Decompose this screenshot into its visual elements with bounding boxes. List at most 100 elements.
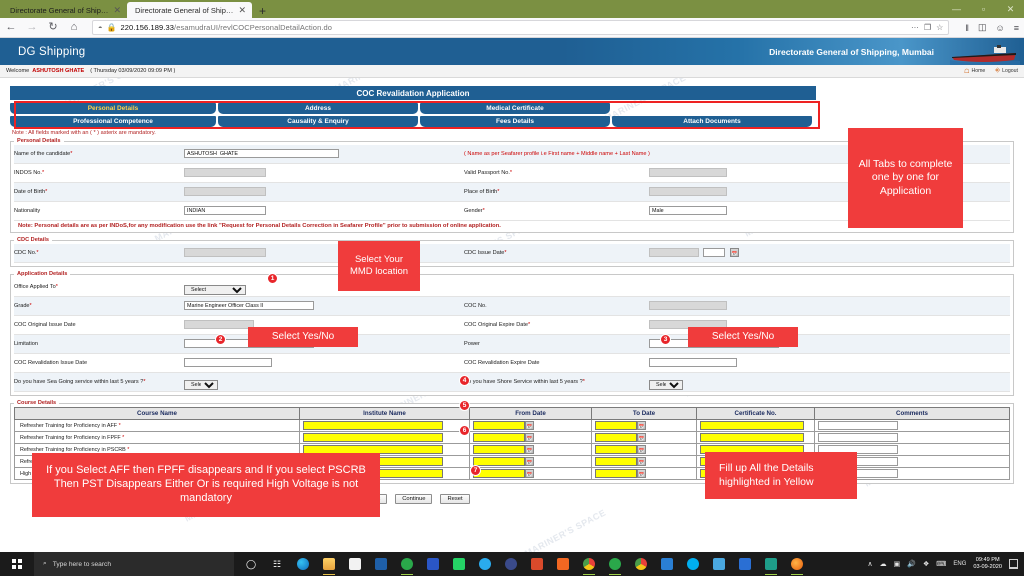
- tray-chevron-icon[interactable]: ∧: [868, 560, 873, 568]
- calendar-icon[interactable]: 📅: [637, 457, 646, 466]
- address-bar[interactable]: ◓ 🔒 220.156.189.33/esamudraUI/revlCOCPer…: [92, 20, 950, 35]
- tab-address[interactable]: Address: [218, 103, 418, 114]
- tab-medical-certificate[interactable]: Medical Certificate: [420, 103, 610, 114]
- tray-network-icon[interactable]: ▣: [894, 560, 901, 568]
- chrome-alt-icon[interactable]: [576, 552, 602, 576]
- passport-no-input[interactable]: [649, 168, 727, 178]
- firefox-icon[interactable]: [784, 552, 810, 576]
- cdc-issue-date-input[interactable]: [649, 248, 699, 258]
- institute-input[interactable]: [303, 433, 443, 442]
- vscode-icon[interactable]: [654, 552, 680, 576]
- coc-revalidation-expire-date-input[interactable]: [649, 358, 737, 368]
- cdc-issue-date-extra-input[interactable]: [703, 248, 726, 258]
- cortana-icon[interactable]: ◯: [238, 552, 264, 576]
- from-date-input[interactable]: [473, 457, 525, 466]
- shield-icon[interactable]: ◓: [98, 23, 103, 32]
- reset-button[interactable]: Reset: [440, 494, 470, 504]
- certificate-no-input[interactable]: [700, 421, 804, 430]
- task-view-icon[interactable]: ☷: [264, 552, 290, 576]
- library-icon[interactable]: ‖: [965, 23, 969, 33]
- lock-icon[interactable]: [498, 552, 524, 576]
- calendar-icon[interactable]: 📅: [729, 248, 739, 258]
- app-orange-icon[interactable]: [550, 552, 576, 576]
- tab-causality-enquiry[interactable]: Causality & Enquiry: [218, 116, 418, 127]
- certificate-no-input[interactable]: [700, 433, 804, 442]
- new-tab-button[interactable]: +: [252, 5, 273, 18]
- candidate-name-input[interactable]: [184, 149, 339, 159]
- browser-tab-1[interactable]: Directorate General of Shipping : G... ✕: [2, 2, 127, 18]
- reload-icon[interactable]: ↻: [47, 22, 59, 33]
- sidebar-icon[interactable]: ◫: [978, 22, 987, 33]
- header-logout-link[interactable]: ⎆ Logout: [995, 68, 1018, 75]
- continue-button[interactable]: Continue: [395, 494, 433, 504]
- to-date-input[interactable]: [595, 457, 637, 466]
- home-icon[interactable]: ⌂: [68, 22, 80, 33]
- app-red-icon[interactable]: [524, 552, 550, 576]
- coc-revalidation-issue-date-input[interactable]: [184, 358, 272, 368]
- nationality-input[interactable]: [184, 206, 266, 216]
- tray-cloud-icon[interactable]: ☁: [880, 560, 887, 568]
- from-date-input[interactable]: [473, 421, 525, 430]
- comments-input[interactable]: [818, 433, 898, 442]
- to-date-input[interactable]: [595, 445, 637, 454]
- skype-icon[interactable]: [680, 552, 706, 576]
- taskbar-clock[interactable]: 09:49 PM 03-09-2020: [973, 557, 1002, 571]
- close-window-icon[interactable]: ✕: [997, 0, 1024, 18]
- indos-no-input[interactable]: [184, 168, 266, 178]
- tab-attach-documents[interactable]: Attach Documents: [612, 116, 812, 127]
- tab-professional-competence[interactable]: Professional Competence: [10, 116, 216, 127]
- tray-keyboard-icon[interactable]: ⌨: [936, 560, 946, 568]
- institute-input[interactable]: [303, 421, 443, 430]
- coc-original-issue-date-input[interactable]: [184, 320, 254, 330]
- account-icon[interactable]: ☺: [996, 23, 1005, 33]
- comments-input[interactable]: [818, 421, 898, 430]
- whatsapp-icon[interactable]: [446, 552, 472, 576]
- menu-icon[interactable]: ≡: [1014, 23, 1019, 33]
- file-explorer-icon[interactable]: [316, 552, 342, 576]
- tab-fees-details[interactable]: Fees Details: [420, 116, 610, 127]
- mail-icon[interactable]: [368, 552, 394, 576]
- to-date-input[interactable]: [595, 433, 637, 442]
- tray-language-indicator[interactable]: ENG: [953, 561, 966, 567]
- start-button[interactable]: [0, 552, 34, 576]
- cdc-no-input[interactable]: [184, 248, 266, 258]
- calendar-icon[interactable]: 📅: [525, 445, 534, 454]
- calendar-icon[interactable]: 📅: [637, 433, 646, 442]
- taskbar-search[interactable]: ⌕ Type here to search: [34, 552, 234, 576]
- powershell-icon[interactable]: [420, 552, 446, 576]
- teal-app-icon[interactable]: [758, 552, 784, 576]
- edge-icon[interactable]: [290, 552, 316, 576]
- gender-input[interactable]: [649, 206, 727, 216]
- shore-service-select[interactable]: Select: [649, 380, 683, 390]
- tab-personal-details[interactable]: Personal Details: [10, 103, 216, 114]
- bookmark-star-icon[interactable]: ☆: [936, 23, 943, 32]
- store-icon[interactable]: [342, 552, 368, 576]
- cloud-icon[interactable]: [706, 552, 732, 576]
- reader-mode-icon[interactable]: ❐: [924, 23, 931, 32]
- from-date-input[interactable]: [473, 433, 525, 442]
- dob-input[interactable]: [184, 187, 266, 197]
- calendar-icon[interactable]: 📅: [525, 433, 534, 442]
- tray-volume-icon[interactable]: 🔊: [907, 560, 916, 568]
- calendar-icon[interactable]: 📅: [637, 421, 646, 430]
- to-date-input[interactable]: [595, 421, 637, 430]
- calendar-icon[interactable]: 📅: [525, 469, 534, 478]
- header-home-link[interactable]: ☖ Home: [964, 68, 985, 75]
- app-green-icon[interactable]: [394, 552, 420, 576]
- chrome-icon[interactable]: [628, 552, 654, 576]
- office-applied-to-select[interactable]: Select: [184, 285, 246, 295]
- calendar-icon[interactable]: 📅: [525, 457, 534, 466]
- browser-tab-2[interactable]: Directorate General of Shipping ✕: [127, 2, 252, 18]
- calendar-icon[interactable]: 📅: [525, 421, 534, 430]
- calendar-icon[interactable]: 📅: [637, 469, 646, 478]
- page-actions-icon[interactable]: ···: [911, 23, 919, 32]
- place-of-birth-input[interactable]: [649, 187, 727, 197]
- from-date-input[interactable]: [473, 445, 525, 454]
- maximize-icon[interactable]: ▫: [970, 0, 997, 18]
- coc-no-input[interactable]: [649, 301, 727, 311]
- grade-input[interactable]: [184, 301, 314, 311]
- calendar-icon[interactable]: 📅: [637, 445, 646, 454]
- tray-dropbox-icon[interactable]: ❖: [923, 560, 929, 568]
- telegram-icon[interactable]: [472, 552, 498, 576]
- forward-icon[interactable]: →: [26, 22, 38, 33]
